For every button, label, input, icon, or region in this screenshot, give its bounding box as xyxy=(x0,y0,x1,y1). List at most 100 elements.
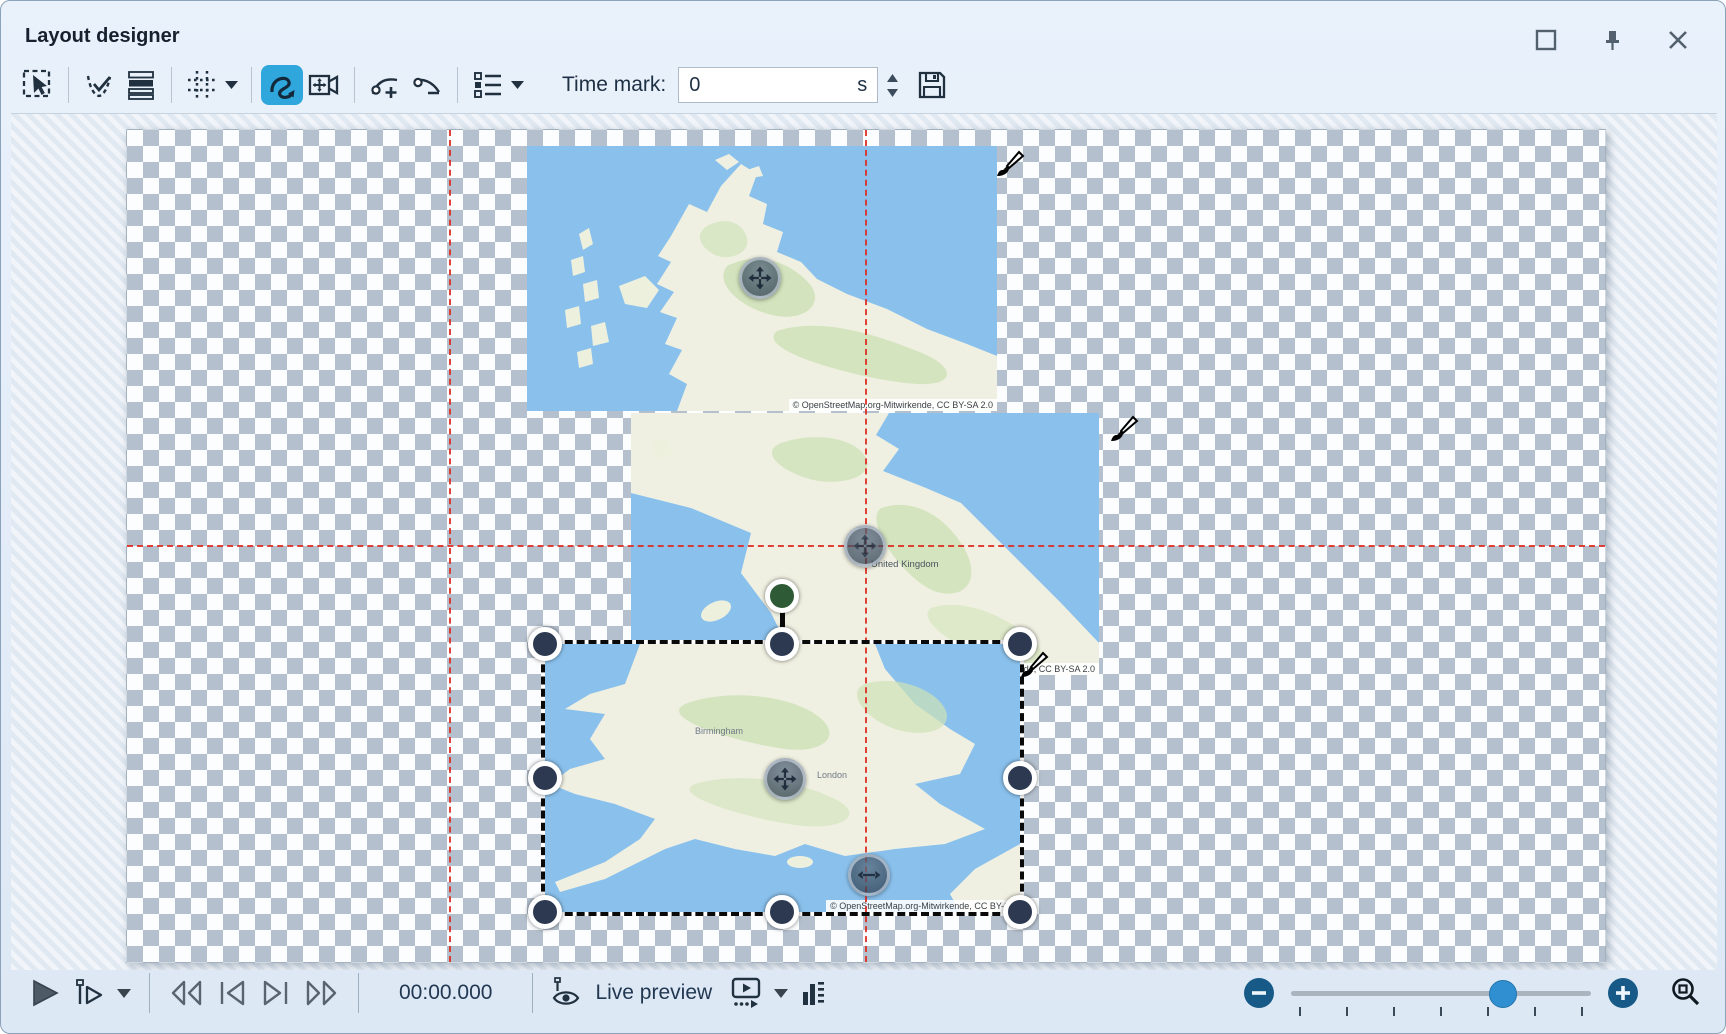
rotation-handle[interactable] xyxy=(765,579,799,613)
pin-icon xyxy=(1600,28,1624,52)
time-mark-value: 0 xyxy=(689,74,857,97)
resize-handle-top-center[interactable] xyxy=(765,627,799,661)
save-time-mark-button[interactable] xyxy=(916,69,948,101)
live-preview-label: Live preview xyxy=(595,981,712,1005)
map-attribution: © OpenStreetMap.org-Mitwirkende, CC BY-S… xyxy=(789,399,997,411)
skip-backward-button[interactable] xyxy=(168,979,204,1007)
resize-handle-bottom-right[interactable] xyxy=(1003,895,1037,929)
window-title: Layout designer xyxy=(25,25,179,48)
add-keypoint-icon xyxy=(368,68,402,102)
chevron-down-icon xyxy=(774,989,788,998)
object-list-icon xyxy=(471,68,505,102)
select-tool-button[interactable] xyxy=(17,65,59,105)
object-list-tool-button[interactable] xyxy=(467,65,509,105)
zoom-fit-button[interactable] xyxy=(1669,976,1703,1010)
chevron-down-icon xyxy=(225,81,238,89)
path-select-tool-button[interactable] xyxy=(78,65,120,105)
resize-handle-mid-right[interactable] xyxy=(1003,761,1037,795)
time-mark-label: Time mark: xyxy=(562,73,666,97)
map-move-anchor[interactable] xyxy=(739,257,781,299)
toolbar-separator xyxy=(251,67,252,103)
path-check-icon xyxy=(82,68,116,102)
time-display: 00:00.000 xyxy=(399,981,492,1005)
select-icon xyxy=(21,68,55,102)
preview-window-button[interactable] xyxy=(730,976,762,1010)
resize-handle-mid-left[interactable] xyxy=(528,761,562,795)
next-frame-button[interactable] xyxy=(260,979,292,1007)
object-list-dropdown-button[interactable] xyxy=(511,81,524,89)
previous-frame-button[interactable] xyxy=(216,979,248,1007)
chevron-down-icon xyxy=(511,81,524,89)
time-mark-unit: s xyxy=(857,74,867,97)
motion-path-icon xyxy=(264,67,300,103)
play-from-mark-icon xyxy=(73,978,105,1008)
map-country-label: United Kingdom xyxy=(871,559,939,570)
bottombar-separator xyxy=(358,973,359,1013)
remove-keypoint-tool-button[interactable] xyxy=(406,65,448,105)
move-arrows-icon xyxy=(745,263,775,293)
spin-up-button[interactable] xyxy=(887,74,898,82)
grid-icon xyxy=(185,68,219,102)
close-button[interactable] xyxy=(1665,27,1691,53)
maximize-button[interactable] xyxy=(1533,27,1559,53)
resize-handle-bottom-center[interactable] xyxy=(765,895,799,929)
time-mark-input[interactable]: 0 s xyxy=(678,67,878,103)
preview-options-dropdown[interactable] xyxy=(774,989,788,998)
zoom-slider-ticks xyxy=(1299,1007,1583,1016)
statistics-button[interactable] xyxy=(800,978,828,1008)
to-end-icon xyxy=(260,979,292,1007)
resize-handle-bottom-left[interactable] xyxy=(528,895,562,929)
paintbrush-icon xyxy=(993,146,1027,180)
live-preview-toggle[interactable] xyxy=(551,977,581,1009)
stage[interactable]: © OpenStreetMap.org-Mitwirkende, CC BY-S… xyxy=(126,129,1606,963)
rewind-icon xyxy=(168,979,204,1007)
map-move-anchor[interactable] xyxy=(844,525,886,567)
zoom-out-button[interactable] xyxy=(1243,977,1275,1009)
camera-pan-tool-button[interactable] xyxy=(303,65,345,105)
zoom-in-button[interactable] xyxy=(1607,977,1639,1009)
playback-bar: 00:00.000 Live preview xyxy=(1,963,1725,1023)
horizontal-resize-anchor[interactable] xyxy=(848,854,890,896)
layout-designer-window: Layout designer xyxy=(0,0,1726,1034)
grid-tool-button[interactable] xyxy=(181,65,223,105)
move-arrows-icon xyxy=(770,764,800,794)
toolbar-separator xyxy=(171,67,172,103)
map-move-anchor[interactable] xyxy=(764,758,806,800)
bottombar-separator xyxy=(149,973,150,1013)
grid-dropdown-button[interactable] xyxy=(225,81,238,89)
resize-handle-top-right[interactable] xyxy=(1003,627,1037,661)
zoom-slider[interactable] xyxy=(1291,991,1591,996)
main-toolbar: Time mark: 0 s xyxy=(17,59,1709,111)
spin-down-button[interactable] xyxy=(887,89,898,97)
play-from-time-mark-button[interactable] xyxy=(73,978,105,1008)
eye-pin-icon xyxy=(551,977,581,1009)
close-icon xyxy=(1666,28,1690,52)
title-bar: Layout designer xyxy=(1,1,1725,57)
remove-keypoint-icon xyxy=(410,68,444,102)
resize-handle-top-left[interactable] xyxy=(528,627,562,661)
toolbar-separator xyxy=(457,67,458,103)
move-arrows-icon xyxy=(850,531,880,561)
play-button[interactable] xyxy=(29,978,61,1008)
layers-tool-button[interactable] xyxy=(120,65,162,105)
pin-button[interactable] xyxy=(1599,27,1625,53)
preview-window-icon xyxy=(730,976,762,1010)
zoom-slider-thumb[interactable] xyxy=(1489,980,1517,1008)
add-keypoint-tool-button[interactable] xyxy=(364,65,406,105)
motion-path-tool-button[interactable] xyxy=(261,65,303,105)
play-options-dropdown[interactable] xyxy=(117,989,131,998)
save-icon xyxy=(916,69,948,101)
zoom-controls xyxy=(1243,976,1703,1010)
bottombar-separator xyxy=(532,973,533,1013)
canvas-area: © OpenStreetMap.org-Mitwirkende, CC BY-S… xyxy=(11,113,1717,970)
toolbar-separator xyxy=(354,67,355,103)
toolbar-separator xyxy=(68,67,69,103)
paintbrush-icon xyxy=(1107,411,1141,445)
camera-pan-icon xyxy=(307,68,341,102)
skip-forward-button[interactable] xyxy=(304,979,340,1007)
chevron-down-icon xyxy=(117,989,131,998)
fast-forward-icon xyxy=(304,979,340,1007)
horizontal-arrows-icon xyxy=(854,860,884,890)
to-start-icon xyxy=(216,979,248,1007)
play-icon xyxy=(29,978,61,1008)
